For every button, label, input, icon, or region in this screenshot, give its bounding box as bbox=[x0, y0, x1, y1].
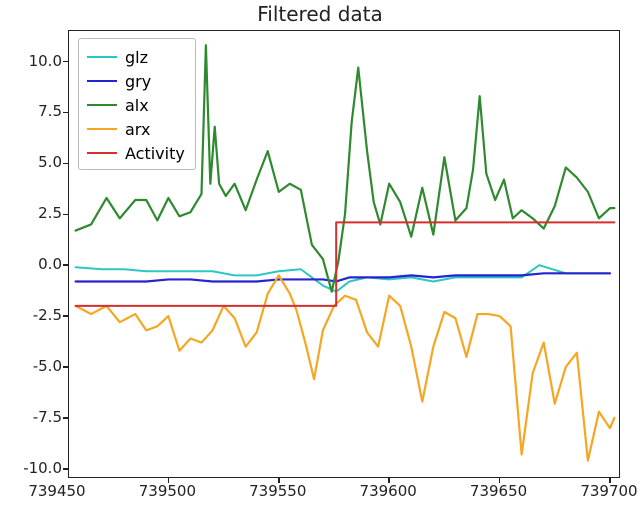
legend-item-glz: glz bbox=[87, 45, 185, 69]
chart-figure: Filtered data -10.0 -7.5 -5.0 -2.5 0.0 2.5 5.0… bbox=[0, 0, 640, 507]
legend-label: gry bbox=[125, 72, 151, 91]
y-tick-label: 10.0 bbox=[2, 52, 62, 70]
legend-item-Activity: Activity bbox=[87, 141, 185, 165]
legend-label: alx bbox=[125, 96, 149, 115]
y-tick-label: -5.0 bbox=[2, 357, 62, 375]
y-tick-label: 2.5 bbox=[2, 204, 62, 222]
series-arx bbox=[76, 275, 615, 460]
legend-label: Activity bbox=[125, 144, 185, 163]
y-tick-label: -2.5 bbox=[2, 306, 62, 324]
legend-swatch bbox=[87, 152, 117, 155]
legend: glz gry alx arx Activity bbox=[78, 38, 196, 170]
x-tick-label: 739450 bbox=[28, 482, 85, 500]
y-tick-label: 0.0 bbox=[2, 255, 62, 273]
x-tick-label: 739600 bbox=[360, 482, 417, 500]
legend-swatch bbox=[87, 80, 117, 83]
chart-title: Filtered data bbox=[0, 2, 640, 26]
legend-swatch bbox=[87, 56, 117, 59]
legend-item-arx: arx bbox=[87, 117, 185, 141]
series-Activity bbox=[76, 222, 615, 305]
series-gry bbox=[76, 273, 610, 281]
legend-item-alx: alx bbox=[87, 93, 185, 117]
y-tick-label: -10.0 bbox=[2, 459, 62, 477]
legend-label: glz bbox=[125, 48, 148, 67]
legend-swatch bbox=[87, 104, 117, 107]
legend-swatch bbox=[87, 128, 117, 131]
x-tick-label: 739700 bbox=[580, 482, 637, 500]
y-tick-label: 5.0 bbox=[2, 153, 62, 171]
legend-label: arx bbox=[125, 120, 150, 139]
y-tick-label: 7.5 bbox=[2, 102, 62, 120]
x-tick-label: 739550 bbox=[249, 482, 306, 500]
x-tick-label: 739500 bbox=[139, 482, 196, 500]
y-tick-label: -7.5 bbox=[2, 408, 62, 426]
legend-item-gry: gry bbox=[87, 69, 185, 93]
x-tick-label: 739650 bbox=[470, 482, 527, 500]
